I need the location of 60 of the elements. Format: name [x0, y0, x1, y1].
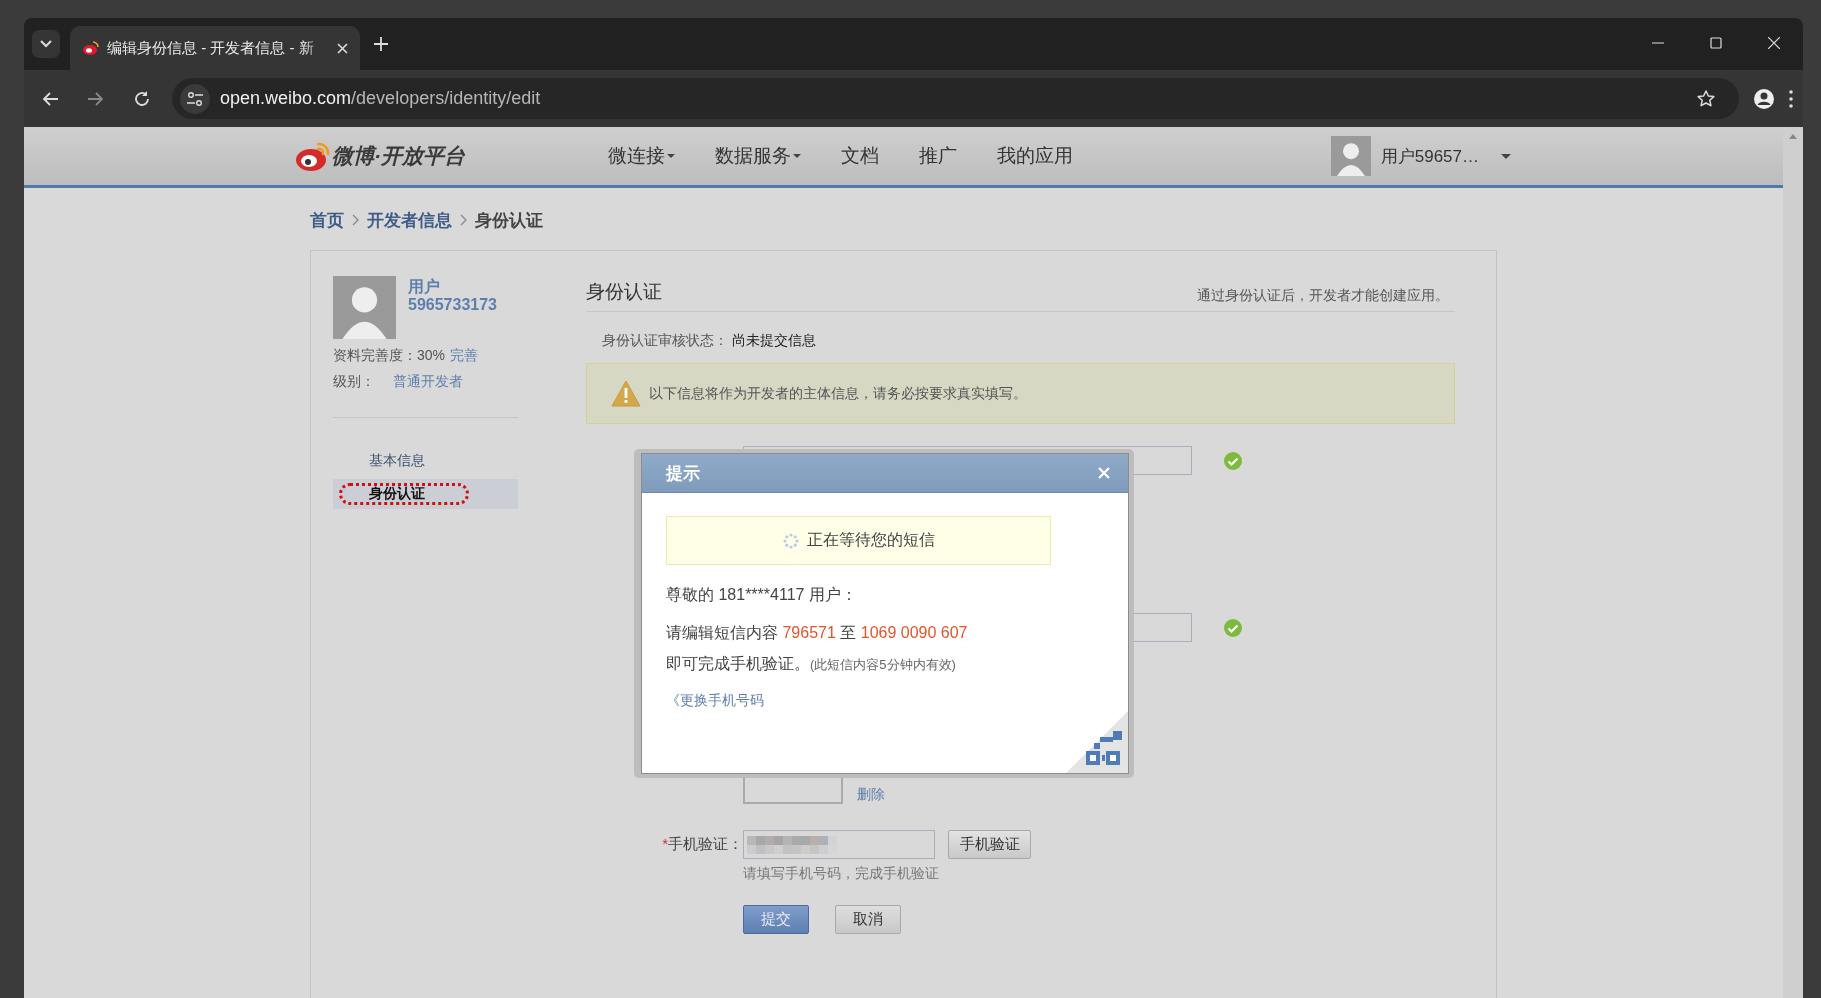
chevron-right-icon: [460, 214, 467, 226]
loading-spinner-icon: [782, 532, 799, 549]
hint-text: 请填写手机号码，完成手机验证: [743, 865, 940, 883]
level-label: 级别：: [333, 373, 375, 389]
weibo-logo-icon: [82, 40, 99, 56]
new-tab-icon[interactable]: [374, 37, 388, 51]
cancel-button[interactable]: 取消: [835, 905, 901, 934]
qr-corner-icon[interactable]: [1066, 711, 1128, 773]
chevron-right-icon: [352, 214, 359, 226]
warning-icon: [611, 380, 641, 407]
instruction-text: 请编辑短信内容 796571 至 1069 0090 607: [666, 623, 968, 643]
site-settings-icon[interactable]: [187, 90, 203, 107]
sidebar-item[interactable]: 身份认证: [333, 479, 518, 509]
dialog-title: 提示: [666, 462, 700, 485]
browser-tab[interactable]: 编辑身份信息 - 开发者信息 - 新: [70, 26, 360, 70]
section-note: 通过身份认证后，开发者才能创建应用。: [1197, 287, 1449, 305]
instruction-text: 即可完成手机验证。: [666, 655, 810, 672]
caret-down-icon[interactable]: [1501, 153, 1511, 159]
greeting-text: 尊敬的 181****4117 用户：: [666, 585, 858, 605]
verify-button[interactable]: 手机验证: [948, 830, 1031, 859]
tab-title: 编辑身份信息 - 开发者信息 - 新: [107, 38, 315, 58]
status-text: 正在等待您的短信: [806, 530, 935, 550]
nav-link[interactable]: 文档: [841, 143, 879, 169]
close-icon[interactable]: [337, 42, 348, 54]
phone-field[interactable]: [743, 830, 935, 859]
maximize-icon[interactable]: [1710, 37, 1722, 49]
tab-search-button[interactable]: [32, 30, 60, 58]
menu-icon[interactable]: [1789, 89, 1793, 108]
breadcrumb-link[interactable]: 开发者信息: [367, 208, 452, 232]
scrollbar[interactable]: [1783, 127, 1803, 998]
profile-avatar: [333, 276, 396, 339]
url-text: open.weibo.com/developers/identity/edit: [220, 88, 542, 109]
field-label: *手机验证：: [661, 835, 743, 854]
address-bar[interactable]: open.weibo.com/developers/identity/edit: [172, 78, 1739, 119]
warning-text: 以下信息将作为开发者的主体信息，请务必按要求真实填写。: [649, 384, 1027, 403]
status-label: 身份认证审核状态：: [602, 332, 728, 348]
nav-link[interactable]: 数据服务: [715, 143, 801, 169]
caret-down-icon: [793, 154, 801, 158]
chevron-down-icon: [40, 40, 52, 48]
validity-note: (此短信内容5分钟内有效): [810, 657, 956, 672]
bookmark-star-icon[interactable]: [1697, 90, 1715, 107]
nav-link[interactable]: 微连接: [608, 143, 675, 169]
breadcrumb-link[interactable]: 首页: [310, 208, 344, 232]
reload-icon[interactable]: [134, 90, 150, 107]
profile-icon[interactable]: [1753, 87, 1775, 110]
logo-text[interactable]: 微博·开放平台: [332, 142, 465, 170]
sidebar-item[interactable]: 基本信息: [333, 446, 518, 476]
status-value: 尚未提交信息: [732, 332, 816, 348]
nav-link[interactable]: 推广: [919, 143, 957, 169]
forward-icon[interactable]: [88, 90, 104, 107]
caret-down-icon: [667, 154, 675, 158]
back-icon[interactable]: [42, 90, 58, 107]
user-name[interactable]: 用户59657…: [1380, 144, 1479, 168]
completeness-text: 资料完善度：30%: [333, 347, 446, 363]
close-button[interactable]: [1098, 467, 1110, 479]
close-icon[interactable]: [1768, 37, 1780, 49]
section-title: 身份认证: [586, 280, 662, 304]
change-number-link[interactable]: 《更换手机号码: [666, 692, 764, 710]
nav-link[interactable]: 我的应用: [997, 143, 1073, 169]
weibo-logo-icon: [294, 140, 330, 172]
